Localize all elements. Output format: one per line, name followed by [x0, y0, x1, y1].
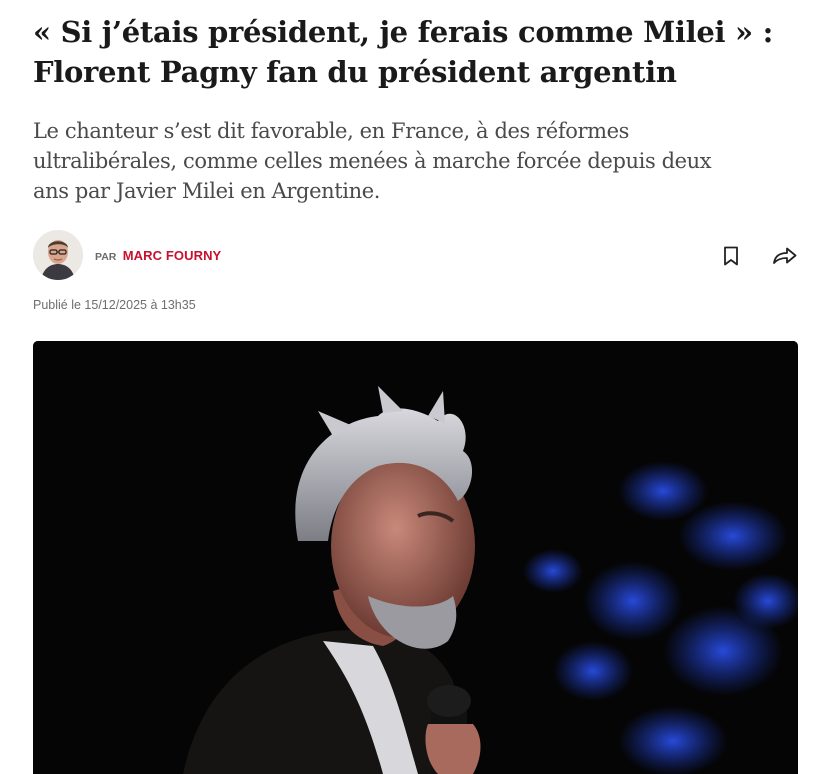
article-headline: « Si j’étais président, je ferais comme …: [33, 12, 798, 92]
bookmark-icon: [724, 246, 738, 266]
hero-photo: [33, 341, 798, 774]
author-avatar-image: [33, 230, 83, 280]
bookmark-button[interactable]: [717, 242, 745, 270]
author-avatar[interactable]: [33, 230, 83, 280]
standfirst-line-1: Le chanteur s’est dit favorable, en Fran…: [33, 119, 630, 143]
author-link[interactable]: MARC FOURNY: [123, 248, 222, 263]
share-button[interactable]: [771, 242, 799, 270]
byline-prefix: PAR: [95, 251, 117, 263]
article-standfirst: Le chanteur s’est dit favorable, en Fran…: [33, 116, 823, 206]
standfirst-line-2: ultralibérales, comme celles menées à ma…: [33, 149, 712, 173]
headline-line-1: « Si j’étais président, je ferais comme …: [33, 15, 774, 49]
share-icon: [773, 247, 797, 264]
byline-text: PAR MARC FOURNY: [95, 248, 221, 263]
standfirst-line-3: ans par Javier Milei en Argentine.: [33, 179, 380, 203]
byline: PAR MARC FOURNY: [33, 230, 798, 282]
hero-image[interactable]: [33, 341, 798, 774]
publication-date: Publié le 15/12/2025 à 13h35: [33, 298, 196, 312]
headline-line-2: Florent Pagny fan du président argentin: [33, 55, 677, 89]
